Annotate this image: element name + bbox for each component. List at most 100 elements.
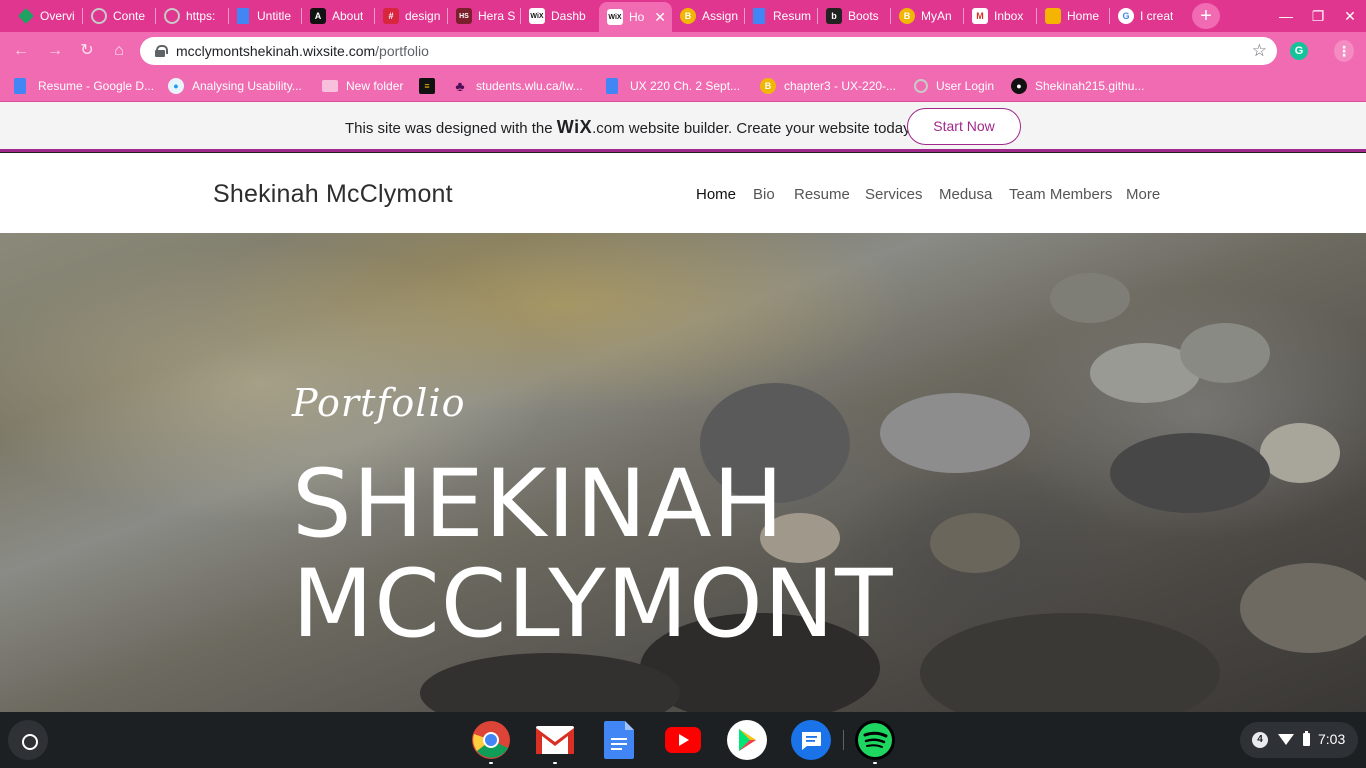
hero-subtitle: Portfolio [292, 381, 466, 425]
hero-name-line1: SHEKINAH [292, 450, 785, 559]
tab-myan[interactable]: B MyAn [891, 4, 964, 28]
tab-label: Overvi [40, 9, 75, 23]
design-icon: # [383, 8, 399, 24]
docs-icon [753, 8, 765, 24]
bookmark-flag[interactable]: ≡ [419, 77, 443, 95]
chrome-icon[interactable] [471, 720, 511, 760]
bookmark-github[interactable]: ● Shekinah215.githu... [1011, 77, 1144, 95]
spotify-icon[interactable] [855, 720, 895, 760]
hero-name-line2: MCCLYMONT [292, 550, 894, 659]
home-icon[interactable]: ⌂ [108, 40, 130, 62]
wix-icon: WiX [607, 9, 623, 25]
youtube-icon[interactable] [663, 720, 703, 760]
tab-inbox[interactable]: M Inbox [964, 4, 1037, 28]
docs-icon [606, 78, 618, 94]
restore-icon[interactable]: ❐ [1308, 6, 1328, 26]
bookmark-analysing[interactable]: ● Analysing Usability... [168, 77, 302, 95]
globe-icon [914, 79, 928, 93]
bookmark-students-wlu[interactable]: ♣ students.wlu.ca/lw... [452, 77, 582, 95]
docs-icon[interactable] [599, 720, 639, 760]
bookmark-label: Analysing Usability... [192, 79, 302, 93]
tab-design[interactable]: # design [375, 4, 448, 28]
bookmark-chapter3[interactable]: B chapter3 - UX-220-... [760, 77, 896, 95]
shelf-divider [843, 730, 844, 750]
slides-icon [1045, 8, 1061, 24]
bookmark-label: chapter3 - UX-220-... [784, 79, 897, 93]
gmail-icon[interactable] [535, 720, 575, 760]
nav-medusa[interactable]: Medusa [939, 186, 992, 203]
launcher-icon[interactable] [8, 720, 48, 760]
start-now-button[interactable]: Start Now [907, 108, 1021, 145]
hs-icon: HS [456, 8, 472, 24]
tab-home-slides[interactable]: Home [1037, 4, 1110, 28]
tab-overview[interactable]: Overvi [10, 4, 83, 28]
nav-home[interactable]: Home [696, 186, 736, 203]
clock: 7:03 [1318, 731, 1346, 747]
tab-strip: Overvi Conte https: Untitle A About # de… [0, 0, 1366, 32]
diamond-icon [18, 8, 34, 24]
b-coin-icon: B [899, 8, 915, 24]
folder-icon [322, 80, 338, 92]
nav-bio[interactable]: Bio [753, 186, 775, 203]
lock-icon [154, 45, 168, 57]
browser-toolbar: ← → ↻ ⌂ mcclymontshekinah.wixsite.com/po… [0, 32, 1366, 70]
address-bar[interactable]: mcclymontshekinah.wixsite.com/portfolio … [140, 37, 1277, 65]
bookmarks-bar: Resume - Google D... ● Analysing Usabili… [0, 70, 1366, 102]
messages-icon[interactable] [791, 720, 831, 760]
notification-count[interactable]: 4 [1252, 732, 1268, 748]
b-coin-icon: B [680, 8, 696, 24]
globe-icon [91, 8, 107, 24]
minimize-icon[interactable]: — [1276, 6, 1296, 26]
tab-hera[interactable]: HS Hera S [448, 4, 521, 28]
nav-more[interactable]: More [1126, 186, 1160, 203]
bird-icon: ● [168, 78, 184, 94]
tab-label: Hera S [478, 9, 516, 23]
tab-bootstrap[interactable]: b Boots [818, 4, 891, 28]
nav-resume[interactable]: Resume [794, 186, 850, 203]
forward-icon[interactable]: → [44, 40, 66, 62]
wix-icon: WiX [529, 8, 545, 24]
bookmark-star-icon[interactable]: ☆ [1252, 41, 1267, 61]
system-tray[interactable]: 4 7:03 [1240, 722, 1358, 758]
tab-assignment[interactable]: B Assign [672, 4, 745, 28]
nav-services[interactable]: Services [865, 186, 923, 203]
menu-kebab-icon[interactable]: ⋮ [1334, 40, 1354, 62]
bookmark-label: Resume - Google D... [38, 79, 155, 93]
tab-i-created[interactable]: G I creat [1110, 4, 1183, 28]
globe-icon [164, 8, 180, 24]
nav-team-members[interactable]: Team Members [1009, 186, 1112, 203]
bookmark-user-login[interactable]: User Login [914, 77, 994, 95]
window-close-icon[interactable]: ✕ [1340, 6, 1360, 26]
back-icon[interactable]: ← [10, 40, 32, 62]
docs-icon [14, 78, 26, 94]
bookmark-new-folder[interactable]: New folder [322, 77, 403, 95]
tab-home-active[interactable]: WiX Ho ✕ [599, 2, 672, 32]
tab-resume[interactable]: Resum [745, 4, 818, 28]
bookmark-ux220-ch2[interactable]: UX 220 Ch. 2 Sept... [606, 77, 740, 95]
tab-about[interactable]: A About [302, 4, 375, 28]
tab-label: About [332, 9, 364, 23]
site-header: Shekinah McClymont Home Bio Resume Servi… [0, 153, 1366, 233]
url-text: mcclymontshekinah.wixsite.com/portfolio [176, 43, 429, 59]
google-icon: G [1118, 8, 1134, 24]
gmail-icon: M [972, 8, 988, 24]
running-indicator [553, 762, 557, 764]
tab-untitled[interactable]: Untitle [229, 4, 302, 28]
running-indicator [489, 762, 493, 764]
tab-label: Dashb [551, 9, 586, 23]
new-tab-button[interactable]: + [1192, 3, 1220, 29]
tab-https[interactable]: https: [156, 4, 229, 28]
tab-label: https: [186, 9, 216, 23]
close-icon[interactable]: ✕ [654, 9, 666, 26]
tab-content[interactable]: Conte [83, 4, 156, 28]
bookmark-resume[interactable]: Resume - Google D... [14, 77, 154, 95]
tab-dashboard[interactable]: WiX Dashb [521, 4, 599, 28]
tab-label: Ho [629, 10, 645, 24]
reload-icon[interactable]: ↻ [76, 40, 98, 62]
github-icon: ● [1011, 78, 1027, 94]
tab-label: Home [1067, 9, 1100, 23]
tab-label: Boots [848, 9, 879, 23]
grammarly-icon[interactable]: G [1290, 42, 1308, 60]
play-store-icon[interactable] [727, 720, 767, 760]
site-title[interactable]: Shekinah McClymont [213, 180, 453, 209]
